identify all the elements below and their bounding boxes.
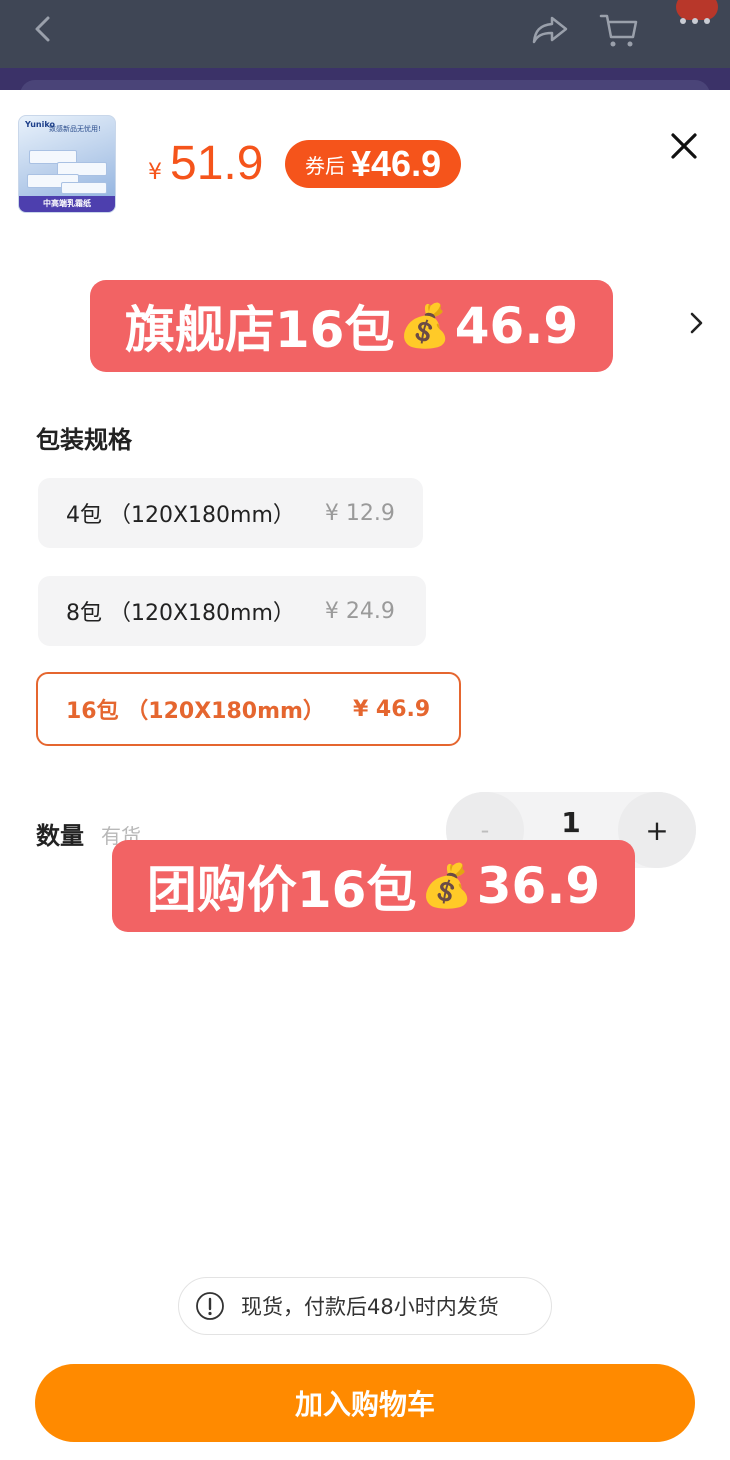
chevron-right-icon[interactable] — [686, 310, 706, 336]
spec-option-16-pack[interactable]: 16包 （120X180mm） ¥ 46.9 — [36, 672, 461, 746]
spec-option-label: 8包 （120X180mm） — [66, 601, 295, 626]
overlay-price: 46.9 — [454, 297, 579, 355]
spec-option-price: ¥ 46.9 — [352, 696, 431, 722]
coupon-price-badge: 券后 ¥46.9 — [285, 140, 462, 188]
overlay-text: 旗舰店16包 — [124, 301, 395, 359]
spec-option-label: 16包 （120X180mm） — [66, 699, 325, 724]
shipping-notice: 现货，付款后48小时内发货 — [178, 1277, 552, 1335]
quantity-value[interactable]: 1 — [538, 806, 604, 839]
spec-option-4-pack[interactable]: 4包 （120X180mm） ¥ 12.9 — [38, 478, 423, 548]
thumbnail-band: 中高端乳霜纸 — [19, 196, 115, 212]
product-thumbnail[interactable]: Yuniko 致感新品无忧用! 中高端乳霜纸 — [18, 115, 116, 213]
quantity-label: 数量 — [36, 822, 84, 850]
notification-badge — [676, 0, 718, 20]
shipping-notice-text: 现货，付款后48小时内发货 — [241, 1295, 499, 1319]
more-icon[interactable] — [670, 0, 720, 40]
product-price: 51.9 — [170, 137, 264, 190]
spec-section-title: 包装规格 — [36, 426, 132, 454]
price-overlay-flagship: 旗舰店16包 💰 46.9 — [90, 280, 613, 372]
add-to-cart-button[interactable]: 加入购物车 — [35, 1364, 695, 1442]
tissue-packs-graphic — [27, 146, 109, 196]
spec-option-price: ¥ 12.9 — [324, 500, 395, 526]
background-banner — [0, 68, 730, 110]
currency-symbol: ¥ — [148, 160, 162, 185]
thumbnail-slogan: 致感新品无忧用! — [49, 125, 101, 133]
coupon-label: 券后 — [305, 153, 345, 178]
coupon-price: ¥46.9 — [351, 143, 442, 184]
price-overlay-group-buy: 团购价16包 💰 36.9 — [112, 840, 635, 932]
money-bag-icon: 💰 — [420, 861, 473, 910]
top-app-bar — [0, 0, 730, 68]
spec-option-label: 4包 （120X180mm） — [66, 503, 295, 528]
close-icon[interactable] — [668, 130, 700, 162]
cart-icon[interactable] — [598, 10, 640, 50]
spec-option-price: ¥ 24.9 — [324, 598, 395, 624]
info-icon — [196, 1292, 224, 1320]
overlay-price: 36.9 — [476, 857, 601, 915]
overlay-text: 团购价16包 — [146, 861, 417, 919]
money-bag-icon: 💰 — [398, 301, 451, 350]
chevron-left-icon[interactable] — [28, 12, 58, 46]
spec-option-8-pack[interactable]: 8包 （120X180mm） ¥ 24.9 — [38, 576, 426, 646]
share-icon[interactable] — [530, 12, 570, 46]
